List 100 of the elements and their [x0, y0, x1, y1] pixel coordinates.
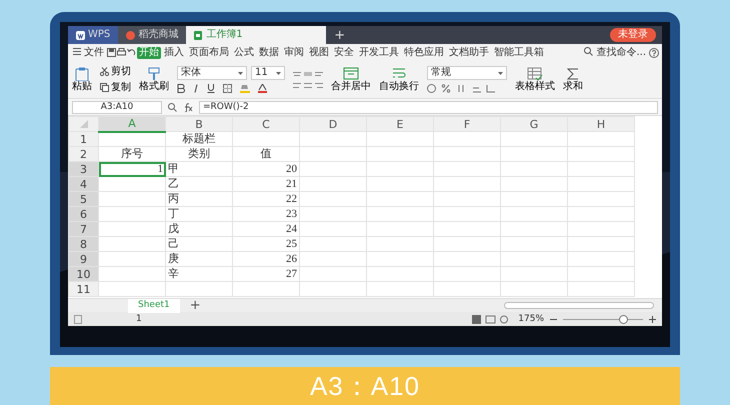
window-tab[interactable]: 工作簿1	[186, 26, 326, 44]
format-painter-button[interactable]: 格式刷	[139, 66, 169, 92]
ribbon-tab[interactable]: 审阅	[282, 46, 306, 58]
italic-icon[interactable]	[193, 84, 199, 93]
new-tab-button[interactable]: +	[326, 26, 354, 44]
copy-button[interactable]: 复制	[100, 82, 131, 94]
column-header[interactable]: H	[568, 116, 634, 132]
bold-icon[interactable]	[177, 84, 185, 93]
row-header[interactable]: 6	[68, 206, 98, 222]
ribbon-tab[interactable]: 安全	[332, 46, 356, 58]
row-header[interactable]: 9	[68, 252, 98, 266]
font-color-icon[interactable]	[258, 84, 267, 93]
zoom-icon[interactable]	[168, 102, 177, 112]
print-icon[interactable]	[117, 48, 126, 57]
window-tab[interactable]: WPS	[68, 26, 118, 44]
fill-color-icon[interactable]	[240, 84, 250, 93]
table-cell: 27	[232, 266, 300, 282]
table-cell	[366, 222, 434, 236]
ribbon-tab[interactable]: 插入	[162, 46, 186, 58]
ribbon-tab[interactable]: 公式	[232, 46, 256, 58]
row-header[interactable]: 1	[68, 132, 98, 146]
table-cell	[500, 132, 568, 146]
help-icon[interactable]	[649, 48, 659, 58]
table-cell	[300, 236, 366, 252]
table-cell	[500, 222, 568, 236]
paste-button[interactable]: 粘贴	[72, 66, 92, 92]
row-header[interactable]: 10	[68, 266, 98, 282]
search-icon	[584, 47, 594, 56]
ribbon-tab[interactable]: 数据	[257, 46, 282, 58]
ribbon-tab[interactable]: 页面布局	[187, 46, 232, 58]
table-cell	[98, 252, 166, 266]
column-header[interactable]: E	[366, 116, 434, 132]
table-cell: 乙	[166, 176, 232, 192]
table-cell	[366, 236, 434, 252]
row-header[interactable]: 11	[68, 282, 98, 296]
table-cell: 24	[232, 222, 300, 236]
wrap-text-button[interactable]: 自动换行	[379, 66, 419, 92]
column-header[interactable]: F	[434, 116, 500, 132]
ribbon-tab[interactable]: 特色应用	[402, 46, 446, 58]
formula-field[interactable]: =ROW()-2	[199, 100, 658, 114]
login-button[interactable]: 未登录	[610, 28, 656, 42]
ribbon-tab[interactable]: 开发工具	[357, 46, 402, 58]
number-format-icons[interactable]	[427, 84, 497, 93]
sheet-tab[interactable]: Sheet1	[128, 298, 180, 312]
zoom-in-icon[interactable]	[649, 316, 656, 322]
ribbon-tab[interactable]: 智能工具箱	[492, 46, 546, 58]
table-cell: 类别	[166, 146, 232, 162]
ribbon-tab[interactable]: 文档助手	[447, 46, 492, 58]
row-header[interactable]: 4	[68, 176, 98, 192]
spreadsheet-icon	[194, 30, 204, 40]
zoom-slider-thumb[interactable]	[619, 314, 628, 324]
table-cell	[366, 192, 434, 206]
table-cell	[434, 252, 500, 266]
cut-button[interactable]: 剪切	[100, 66, 131, 78]
add-sheet-button[interactable]: +	[182, 299, 209, 312]
file-menu[interactable]: 文件	[71, 46, 106, 58]
function-icon[interactable]	[183, 102, 193, 112]
table-cell	[366, 176, 434, 192]
table-cell	[366, 146, 434, 162]
row-header[interactable]: 8	[68, 236, 98, 252]
table-cell	[98, 176, 166, 192]
table-cell	[98, 192, 166, 206]
table-cell	[434, 132, 500, 146]
row-header[interactable]: 3	[68, 162, 98, 176]
underline-icon[interactable]	[207, 84, 215, 93]
table-cell	[366, 132, 434, 146]
table-cell	[500, 206, 568, 222]
border-icon[interactable]	[223, 84, 232, 93]
table-cell	[434, 146, 500, 162]
column-header[interactable]: G	[500, 116, 568, 132]
command-search[interactable]: 查找命令...	[582, 46, 648, 58]
caret-icon	[238, 72, 243, 74]
font-select[interactable]: 宋体	[177, 66, 247, 80]
table-style-button[interactable]: 表格样式	[515, 66, 555, 92]
column-header[interactable]: B	[166, 116, 232, 132]
row-header[interactable]: 7	[68, 222, 98, 236]
sum-button[interactable]: 求和	[563, 66, 583, 92]
row-header[interactable]: 5	[68, 192, 98, 206]
row-header[interactable]: 2	[68, 146, 98, 162]
table-cell	[300, 146, 366, 162]
active-cell[interactable]: 1	[98, 162, 166, 176]
ribbon-tab[interactable]: 视图	[307, 46, 332, 58]
window-tab[interactable]: 稻壳商城	[118, 26, 186, 44]
column-header[interactable]: C	[232, 116, 300, 132]
table-cell	[500, 162, 568, 176]
ribbon-tab[interactable]: 开始	[137, 46, 162, 58]
table-cell	[500, 176, 568, 192]
zoom-level[interactable]: 175%	[518, 314, 544, 324]
table-cell	[434, 266, 500, 282]
copy-icon	[100, 83, 109, 92]
number-format-select[interactable]: 常规	[427, 66, 507, 80]
name-box[interactable]: A3:A10	[72, 100, 162, 114]
table-cell: 己	[166, 236, 232, 252]
table-cell	[98, 206, 166, 222]
save-icon[interactable]	[107, 48, 116, 57]
table-cell: 丁	[166, 206, 232, 222]
column-header[interactable]: D	[300, 116, 366, 132]
font-size-select[interactable]: 11	[251, 66, 285, 80]
undo-icon[interactable]	[127, 48, 136, 57]
merge-center-button[interactable]: 合并居中	[331, 66, 371, 92]
